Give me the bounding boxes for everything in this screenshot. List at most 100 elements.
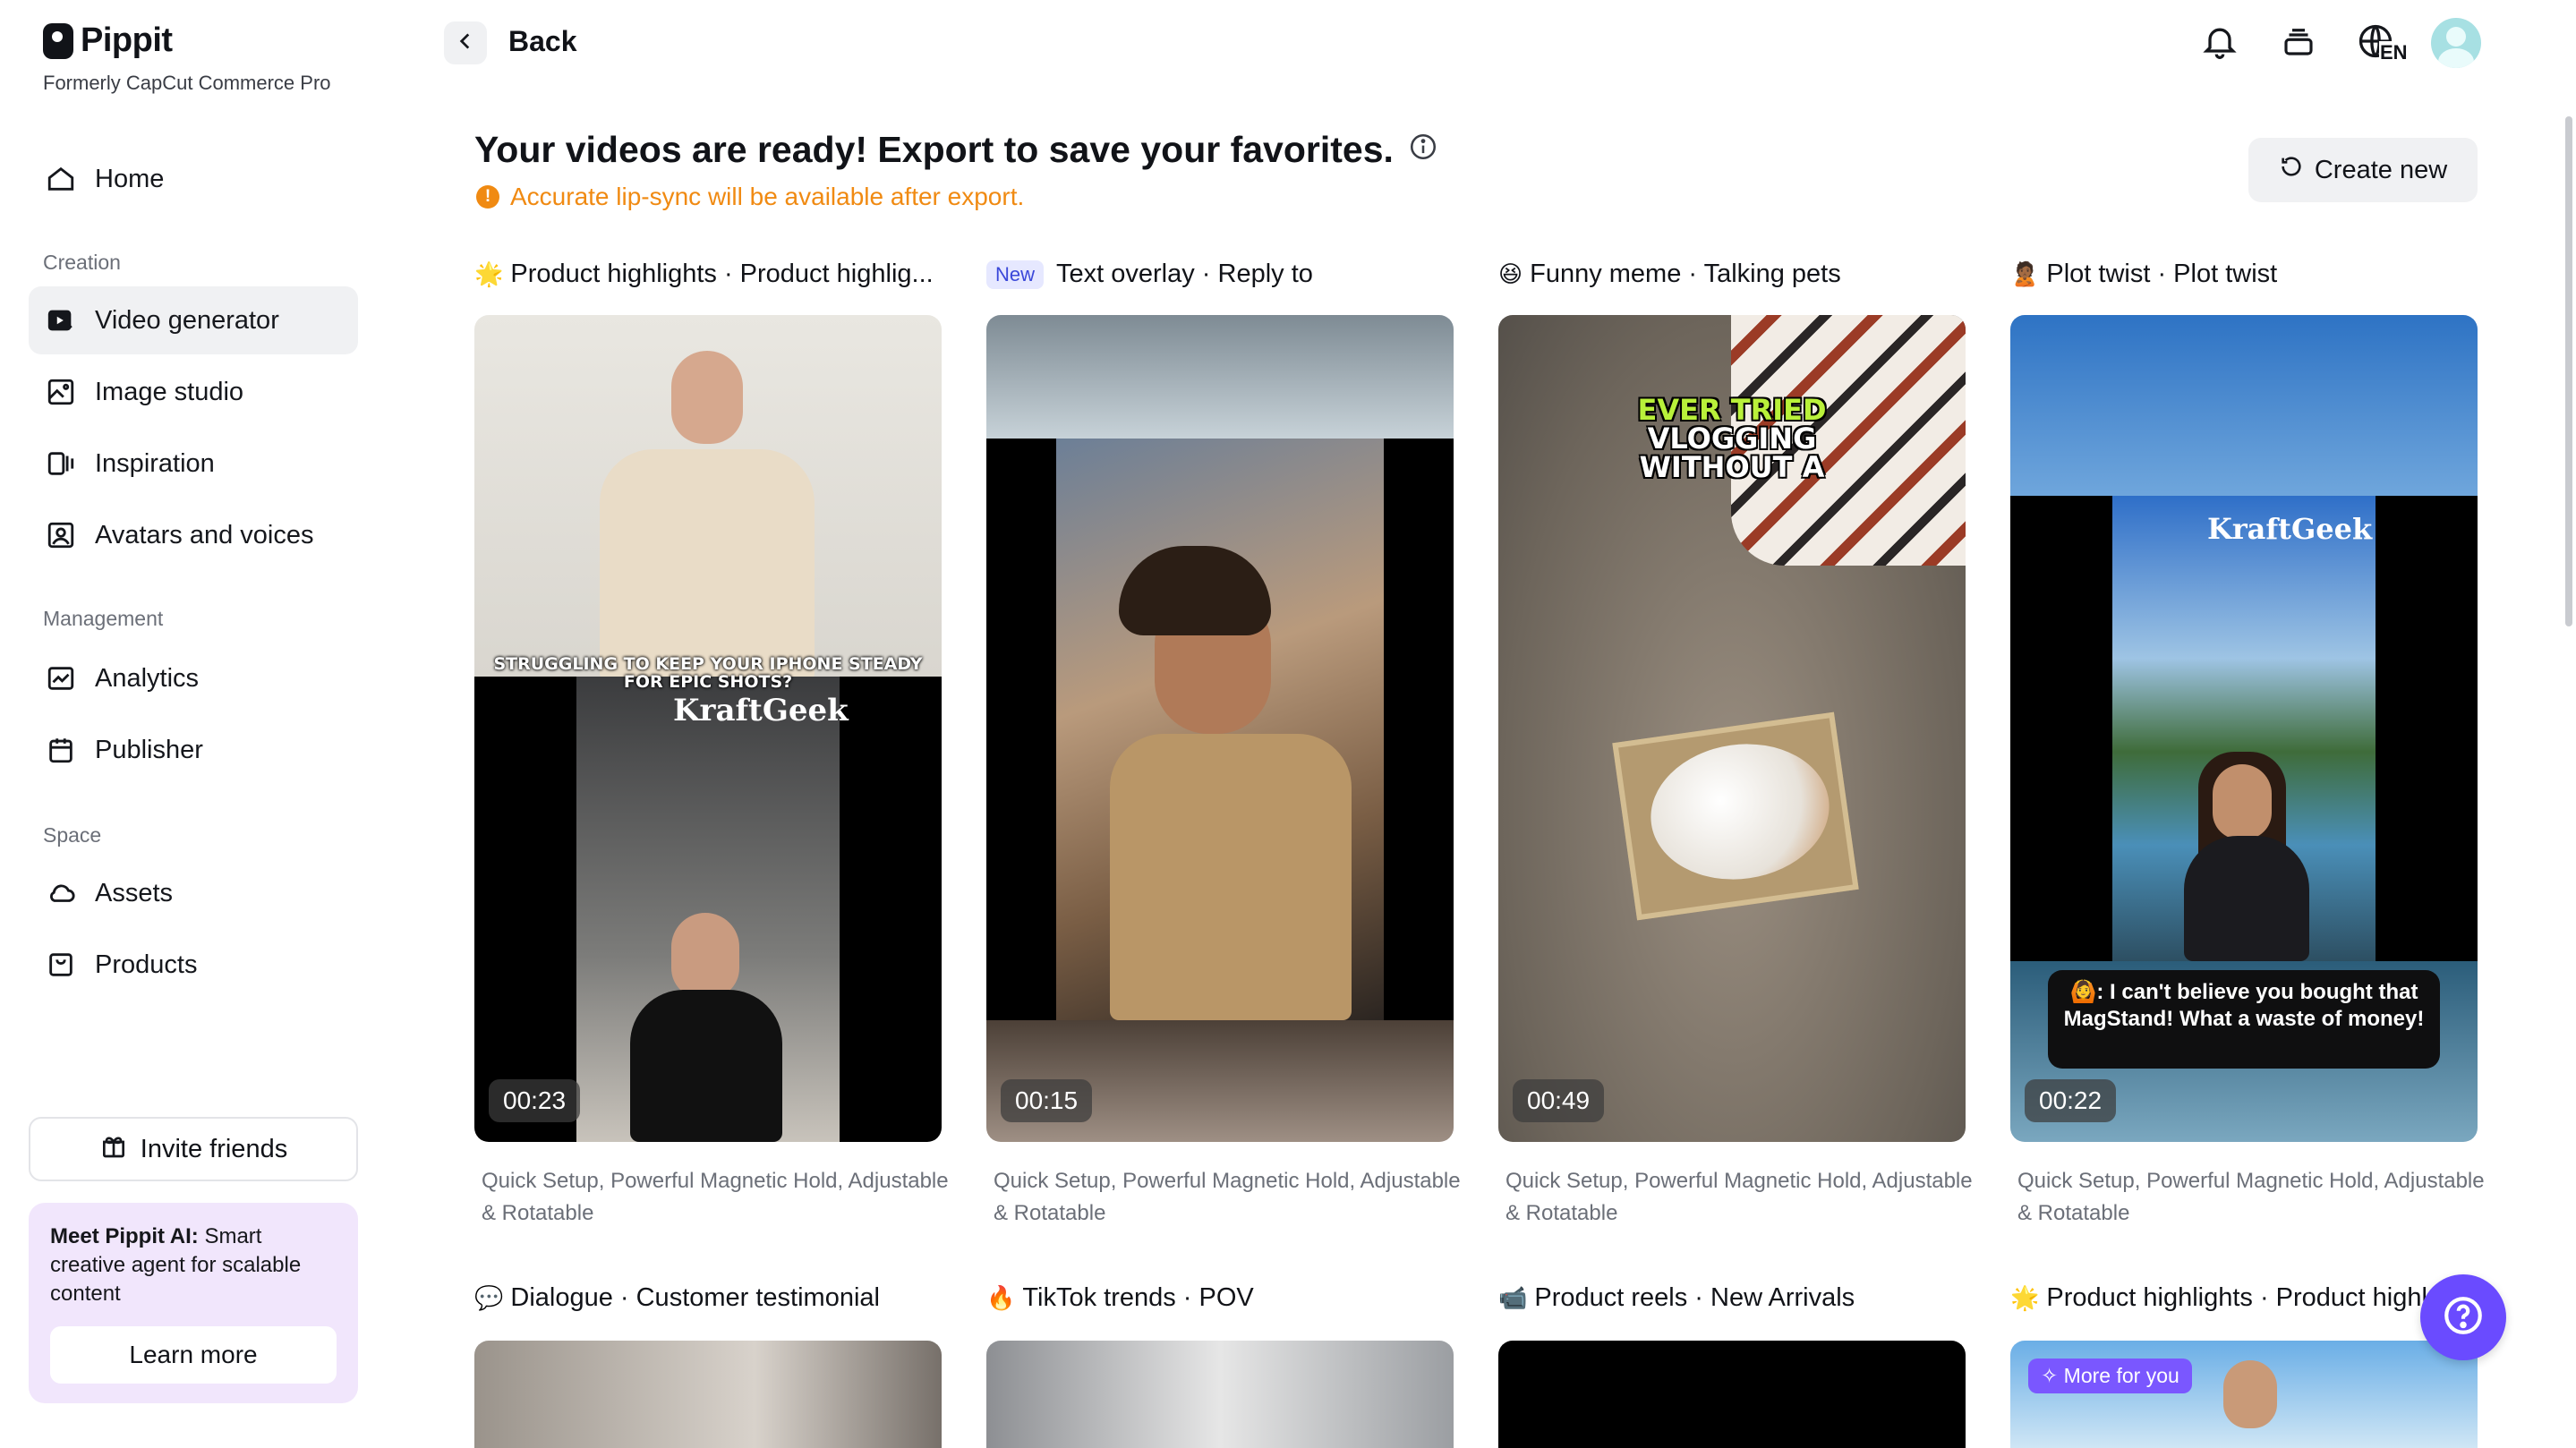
assets-icon — [45, 877, 77, 909]
products-icon — [45, 949, 77, 981]
language-button[interactable]: EN — [2354, 20, 2411, 66]
card-title: 📹 Product reels · New Arrivals — [1498, 1283, 1855, 1312]
chevron-left-icon — [454, 30, 477, 57]
globe-icon: EN — [2356, 20, 2410, 66]
inspiration-icon — [45, 447, 77, 480]
nav-publisher[interactable]: Publisher — [29, 716, 358, 784]
nav-assets[interactable]: Assets — [29, 859, 358, 927]
nav-home[interactable]: Home — [29, 145, 358, 213]
more-for-you-tag: ✧ More for you — [2028, 1359, 2192, 1393]
laughing-emoji-icon: 😆 — [1498, 260, 1523, 287]
speech-bubble: 🙆: I can't believe you bought that MagSt… — [2048, 970, 2440, 1069]
notifications-button[interactable] — [2196, 20, 2243, 66]
brand-watermark: KraftGeek — [673, 693, 849, 728]
analytics-icon — [45, 662, 77, 694]
card-title: 🌟 Product highlights · Product highlig..… — [474, 260, 934, 288]
refresh-icon — [2279, 154, 2304, 186]
video-description: Quick Setup, Powerful Magnetic Hold, Adj… — [482, 1169, 949, 1225]
gift-icon — [99, 1131, 128, 1167]
card-title: 🔥 TikTok trends · POV — [986, 1283, 1254, 1312]
promo-card: Meet Pippit AI: Smart creative agent for… — [29, 1203, 358, 1403]
nav-assets-label: Assets — [95, 878, 174, 907]
video-duration: 00:23 — [489, 1079, 581, 1122]
brand-name: Pippit — [81, 21, 173, 59]
video-caption: STRUGGLING TO KEEP YOUR IPHONE STEADY FO… — [493, 654, 923, 692]
nav-analytics-label: Analytics — [95, 663, 200, 693]
video-frame-top — [474, 315, 942, 682]
fire-emoji-icon: 🔥 — [986, 1284, 1016, 1311]
avatars-icon — [45, 519, 77, 551]
video-thumbnail[interactable]: 00:15 — [986, 315, 1454, 1142]
speech-emoji-icon: 💬 — [474, 1284, 504, 1311]
nav-image-studio[interactable]: Image studio — [29, 358, 358, 426]
nav-video-generator-label: Video generator — [95, 305, 279, 335]
info-icon[interactable] — [1408, 129, 1438, 171]
new-badge: New — [986, 260, 1045, 289]
create-new-button[interactable]: Create new — [2248, 138, 2478, 202]
back-label[interactable]: Back — [508, 25, 577, 58]
nav-avatars-voices[interactable]: Avatars and voices — [29, 501, 358, 569]
section-creation: Creation — [43, 251, 121, 274]
brand-subtitle: Formerly CapCut Commerce Pro — [43, 72, 331, 94]
video-caption: EVER TRIED VLOGGING WITHOUT A — [1637, 393, 1827, 484]
section-management: Management — [43, 607, 164, 630]
video-thumbnail[interactable]: ✧ More for you — [2010, 1341, 2478, 1448]
promo-text: Meet Pippit AI: Smart creative agent for… — [50, 1224, 302, 1306]
sidebar: Pippit Formerly CapCut Commerce Pro Home… — [0, 0, 376, 1432]
user-avatar[interactable] — [2431, 18, 2481, 68]
help-button[interactable] — [2420, 1274, 2506, 1360]
video-thumbnail[interactable]: KraftGeek 🙆: I can't believe you bought … — [2010, 315, 2478, 1142]
card-title: 🙎🏾 Plot twist · Plot twist — [2010, 260, 2278, 288]
page-title-text: Your videos are ready! Export to save yo… — [474, 129, 1394, 170]
nav-publisher-label: Publisher — [95, 735, 203, 764]
language-code: EN — [2379, 41, 2409, 64]
invite-friends-button[interactable]: Invite friends — [29, 1117, 358, 1181]
image-studio-icon — [45, 376, 77, 408]
camera-emoji-icon: 📹 — [1498, 1284, 1528, 1311]
card-title: 🌟 Product highlights · Product highl... — [2010, 1283, 2431, 1312]
video-thumbnail[interactable] — [986, 1341, 1454, 1448]
section-space: Space — [43, 823, 102, 847]
video-description: Quick Setup, Powerful Magnetic Hold, Adj… — [1506, 1169, 1973, 1225]
card-title: 💬 Dialogue · Customer testimonial — [474, 1283, 880, 1312]
nav-analytics[interactable]: Analytics — [29, 644, 358, 712]
nav-image-studio-label: Image studio — [95, 377, 244, 406]
notice-text: Accurate lip-sync will be available afte… — [510, 183, 1025, 210]
star-emoji-icon: 🌟 — [474, 260, 504, 287]
nav-products-label: Products — [95, 950, 198, 979]
star-emoji-icon: 🌟 — [2010, 1284, 2040, 1311]
invite-friends-label: Invite friends — [140, 1134, 288, 1163]
stack-icon — [2280, 22, 2317, 64]
back-button[interactable] — [444, 21, 487, 64]
page-title: Your videos are ready! Export to save yo… — [474, 129, 1438, 171]
nav-inspiration[interactable]: Inspiration — [29, 430, 358, 498]
video-thumbnail[interactable]: STRUGGLING TO KEEP YOUR IPHONE STEADY FO… — [474, 315, 942, 1142]
video-frame-bottom — [474, 677, 942, 1142]
brand-logo[interactable]: Pippit — [43, 21, 173, 60]
bell-icon — [2200, 21, 2239, 65]
video-description: Quick Setup, Powerful Magnetic Hold, Adj… — [2017, 1169, 2485, 1225]
video-thumbnail[interactable]: EVER TRIED VLOGGING WITHOUT A 00:49 — [1498, 315, 1966, 1142]
nav-home-label: Home — [95, 164, 165, 193]
nav-avatars-voices-label: Avatars and voices — [95, 520, 314, 549]
brand-watermark: KraftGeek — [2207, 512, 2373, 546]
publisher-icon — [45, 734, 77, 766]
pippit-logo-icon — [43, 22, 73, 59]
nav-video-generator[interactable]: Video generator — [29, 286, 358, 354]
nav-inspiration-label: Inspiration — [95, 448, 215, 478]
card-title: New Text overlay · Reply to — [986, 260, 1461, 289]
video-duration: 00:49 — [1513, 1079, 1605, 1122]
page-scrollbar[interactable] — [2565, 116, 2572, 626]
learn-more-button[interactable]: Learn more — [50, 1326, 337, 1384]
warning-icon: ! — [476, 185, 499, 209]
nav-products[interactable]: Products — [29, 931, 358, 999]
home-icon — [45, 163, 77, 195]
video-generator-icon — [45, 304, 77, 336]
subscriptions-button[interactable] — [2275, 20, 2322, 66]
video-thumbnail[interactable] — [474, 1341, 942, 1448]
lip-sync-notice: ! Accurate lip-sync will be available af… — [476, 183, 1024, 211]
video-duration: 00:22 — [2025, 1079, 2117, 1122]
card-title: 😆 Funny meme · Talking pets — [1498, 260, 1841, 288]
video-thumbnail[interactable] — [1498, 1341, 1966, 1448]
video-description: Quick Setup, Powerful Magnetic Hold, Adj… — [994, 1169, 1461, 1225]
